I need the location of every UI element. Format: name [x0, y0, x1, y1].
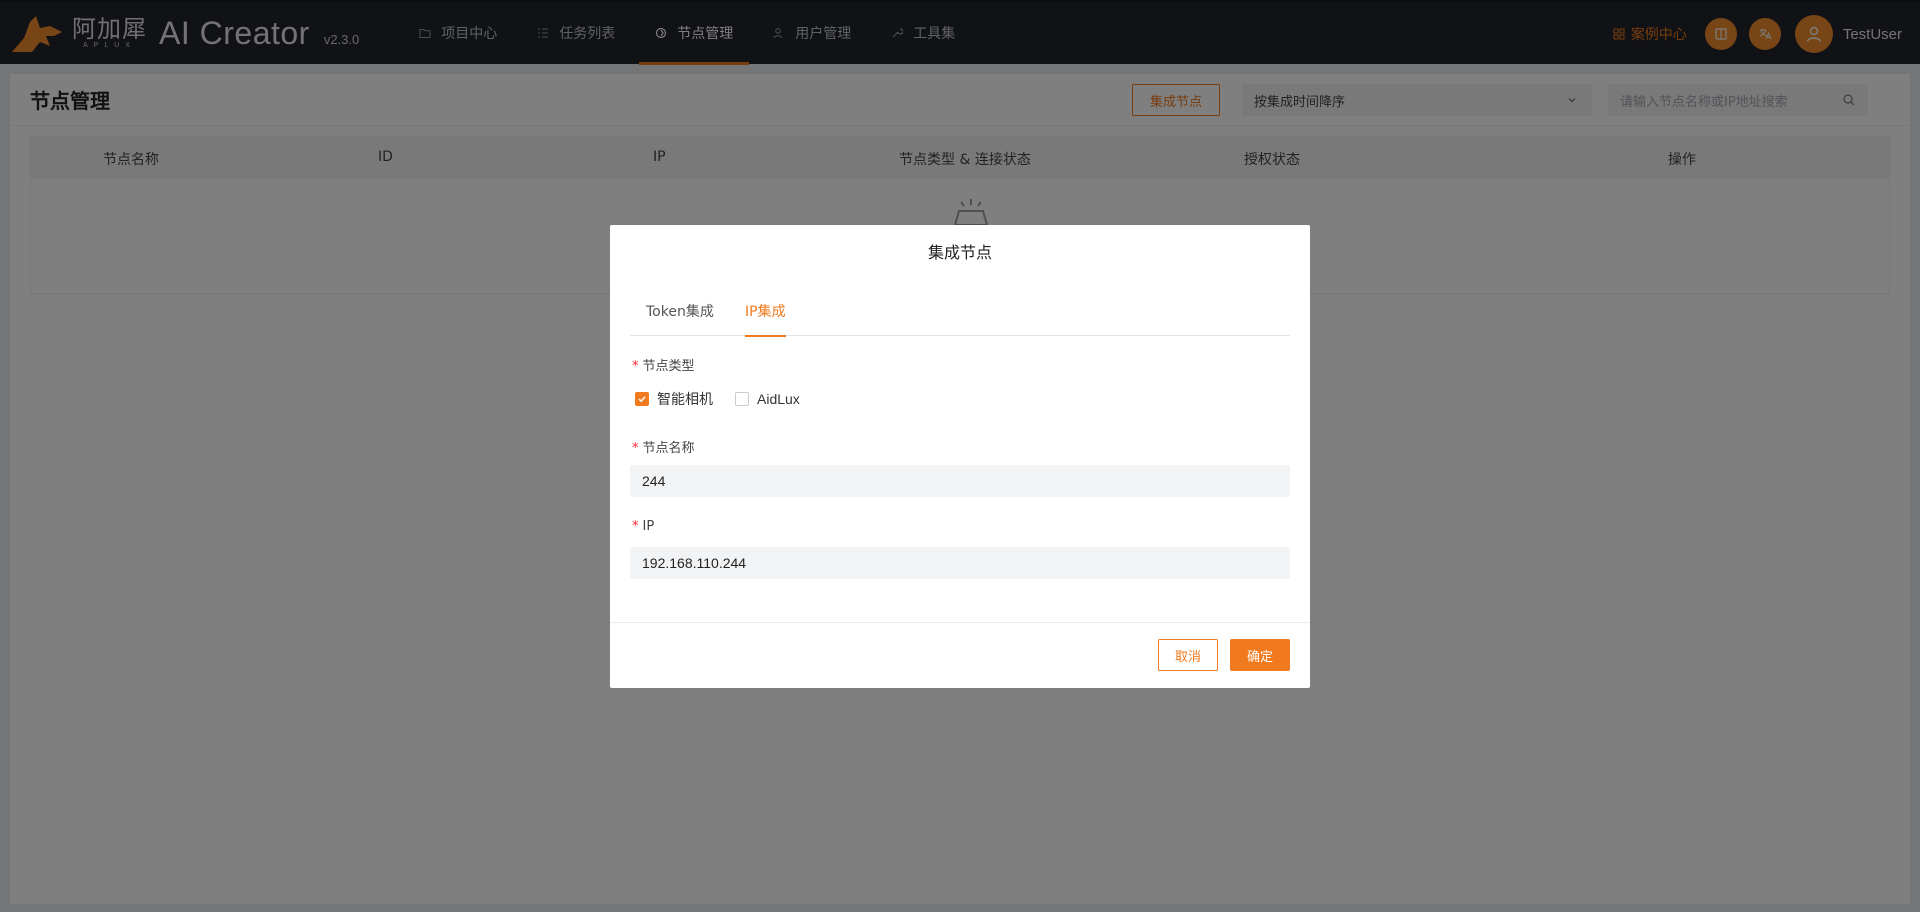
node-type-group: 智能相机 AidLux [635, 389, 822, 409]
integration-tabs: Token集成 IP集成 [630, 303, 1290, 337]
required-mark: * [632, 519, 639, 534]
cancel-button[interactable]: 取消 [1158, 639, 1218, 671]
node-name-label-text: 节点名称 [642, 441, 695, 456]
node-type-option-aidlux[interactable]: AidLux [735, 391, 800, 407]
node-type-label: * 节点类型 [632, 355, 695, 374]
node-name-label: * 节点名称 [632, 437, 695, 456]
required-mark: * [632, 441, 639, 456]
node-type-label-text: 节点类型 [642, 359, 695, 374]
tab-token-integration[interactable]: Token集成 [646, 303, 714, 336]
required-mark: * [632, 359, 639, 374]
ip-field[interactable]: 192.168.110.244 [630, 547, 1290, 579]
ip-label-text: IP [642, 519, 655, 534]
check-icon [638, 396, 646, 403]
checkbox-unchecked[interactable] [735, 392, 749, 406]
node-type-option-smart-camera[interactable]: 智能相机 [635, 389, 713, 409]
confirm-button[interactable]: 确定 [1230, 639, 1290, 671]
node-type-option-label: AidLux [757, 391, 800, 407]
node-name-field[interactable]: 244 [630, 465, 1290, 497]
dialog-title: 集成节点 [927, 243, 992, 262]
ip-label: * IP [632, 519, 654, 534]
dialog-footer: 取消 确定 [610, 622, 1310, 688]
tab-ip-integration[interactable]: IP集成 [745, 303, 786, 337]
checkbox-checked[interactable] [635, 392, 649, 406]
node-type-option-label: 智能相机 [657, 392, 713, 408]
integrate-node-dialog: 集成节点 Token集成 IP集成 * 节点类型 智能相机 AidLux * 节点名… [610, 225, 1310, 688]
